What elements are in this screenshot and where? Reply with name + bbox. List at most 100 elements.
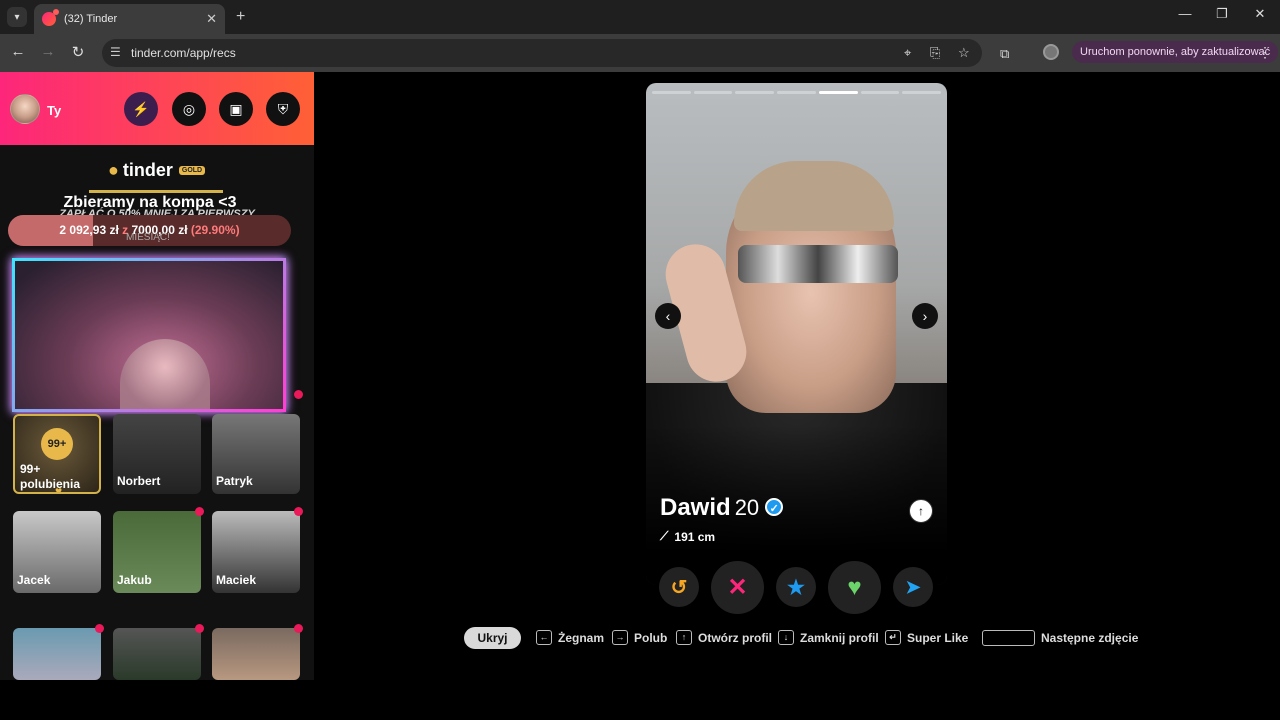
match-tile[interactable]: Jacek [13, 511, 101, 593]
safety-shield-icon[interactable]: ⛨ [266, 92, 300, 126]
shortcut-super-like: ↵ Super Like [885, 630, 968, 645]
match-tile[interactable]: Patryk [212, 414, 300, 494]
avatar[interactable] [10, 94, 40, 124]
goal-percent: (29.90%) [190, 223, 240, 237]
keyboard-shortcuts-bar: Ukryj ← Żegnam → Polub ↑ Otwórz profil ↓… [0, 626, 1280, 650]
goal-underline [89, 190, 223, 193]
enter-key-icon: ↵ [885, 630, 901, 645]
tinder-favicon-icon [42, 9, 59, 26]
match-name: Jakub [117, 573, 152, 587]
new-match-dot [294, 390, 303, 399]
browser-menu-icon[interactable]: ⋮ [1258, 44, 1272, 61]
url-field[interactable]: ☰ tinder.com/app/recs ⌖ ⎘ ☆ [102, 39, 982, 67]
shortcut-close-profile-label: Zamknij profil [800, 630, 879, 645]
hide-shortcuts-button[interactable]: Ukryj [464, 627, 521, 649]
webcam-overlay [12, 258, 286, 412]
shortcut-next-photo: Następne zdjęcie [982, 630, 1138, 646]
back-arrow-icon[interactable]: ← [8, 43, 28, 60]
browser-profile-avatar[interactable] [1043, 44, 1059, 60]
url-text: tinder.com/app/recs [131, 46, 236, 60]
down-arrow-key-icon: ↓ [778, 630, 794, 645]
forward-arrow-icon[interactable]: → [38, 43, 58, 60]
tinder-gold-logo: ● tinder GOLD [108, 160, 206, 181]
bookmark-star-icon[interactable]: ☆ [958, 45, 970, 61]
boost-icon[interactable]: ⚡ [124, 92, 158, 126]
ruler-icon: ⟋ [660, 529, 669, 543]
briefcase-icon[interactable]: ▣ [219, 92, 253, 126]
tab-close-icon[interactable]: ✕ [206, 11, 217, 27]
left-arrow-key-icon: ← [536, 630, 552, 645]
new-tab-button[interactable]: + [236, 8, 245, 26]
shortcut-close-profile: ↓ Zamknij profil [778, 630, 879, 645]
nope-icon[interactable]: ✕ [711, 561, 764, 614]
photo-progress-bar [652, 91, 942, 95]
browser-tab[interactable]: (32) Tinder ✕ [34, 4, 225, 34]
goal-current: 2 092,93 zł [59, 223, 119, 237]
gold-heart-icon: ♥ [55, 484, 63, 494]
photo-progress-segment[interactable] [902, 91, 942, 94]
likes-count-badge: 99+ [41, 428, 73, 460]
shortcut-next-photo-label: Następne zdjęcie [1041, 631, 1139, 645]
match-name: Patryk [216, 474, 253, 488]
update-restart-button[interactable]: Uruchom ponownie, aby zaktualizować [1072, 41, 1279, 63]
like-heart-icon[interactable]: ♥ [828, 561, 881, 614]
profile-card[interactable]: ‹ › Dawid 20 ✓ ⟋ 191 cm ↑ [646, 83, 947, 585]
gold-badge: GOLD [178, 166, 206, 175]
likes-tile[interactable]: 99+ 99+ polubienia ♥ [13, 414, 101, 494]
minimize-icon[interactable]: — [1175, 6, 1195, 21]
match-tile[interactable]: Norbert [113, 414, 201, 494]
profile-name: Dawid [660, 494, 731, 521]
photo-progress-segment[interactable] [693, 91, 733, 94]
match-name: Norbert [117, 474, 161, 488]
goal-monthly-text: MIESIĄC! [126, 232, 170, 243]
match-name: Maciek [216, 573, 257, 587]
restore-icon[interactable]: ❐ [1212, 6, 1232, 22]
new-match-dot [195, 507, 204, 516]
profile-name-row: Dawid 20 ✓ [660, 494, 784, 522]
browser-tab-bar: ▾ (32) Tinder ✕ + — ❐ ✕ [0, 0, 1280, 34]
photo-progress-segment[interactable] [860, 91, 900, 94]
photo-progress-segment[interactable] [735, 91, 775, 94]
shortcut-open-profile: ↑ Otwórz profil [676, 630, 772, 645]
photo-progress-segment[interactable] [818, 91, 858, 94]
rewind-icon[interactable]: ↺ [659, 567, 699, 607]
shortcut-like: → Polub [612, 630, 667, 645]
open-profile-arrow-icon[interactable]: ↑ [909, 499, 933, 523]
location-pin-icon[interactable]: ⌖ [904, 45, 911, 61]
shortcut-nope-label: Żegnam [558, 630, 605, 645]
user-label[interactable]: Ty [47, 103, 61, 118]
photo-progress-segment[interactable] [777, 91, 816, 94]
profile-height: 191 cm [674, 529, 716, 544]
flame-icon: ● [108, 160, 119, 180]
profile-age: 20 [734, 495, 760, 520]
install-app-icon[interactable]: ⎘ [930, 45, 940, 61]
previous-photo-icon[interactable]: ‹ [655, 303, 681, 329]
explore-compass-icon[interactable]: ◎ [172, 92, 206, 126]
new-match-dot [294, 507, 303, 516]
site-info-icon[interactable]: ☰ [110, 45, 121, 59]
card-photo-cap [734, 161, 894, 231]
right-arrow-key-icon: → [612, 630, 628, 645]
space-key-icon [982, 630, 1035, 646]
chevron-down-icon: ▾ [14, 11, 20, 23]
shortcut-open-profile-label: Otwórz profil [698, 630, 772, 645]
verified-check-icon: ✓ [765, 498, 784, 516]
super-like-star-icon[interactable]: ★ [776, 567, 816, 607]
webcam-person [120, 339, 210, 409]
extensions-icon[interactable]: ⧉ [1000, 46, 1009, 62]
tab-title: (32) Tinder [64, 13, 118, 25]
window-close-icon[interactable]: ✕ [1250, 6, 1270, 22]
up-arrow-key-icon: ↑ [676, 630, 692, 645]
shortcut-nope: ← Żegnam [536, 630, 604, 645]
shortcut-super-like-label: Super Like [907, 630, 969, 645]
match-name: Jacek [17, 573, 51, 587]
profile-height-row: ⟋ 191 cm [660, 529, 715, 544]
boost-send-icon[interactable]: ➤ [893, 567, 933, 607]
next-photo-icon[interactable]: › [912, 303, 938, 329]
tab-list-button[interactable]: ▾ [7, 7, 27, 27]
photo-progress-segment[interactable] [652, 91, 691, 94]
card-photo-glasses [738, 245, 898, 283]
match-tile[interactable]: Maciek [212, 511, 300, 593]
match-tile[interactable]: Jakub [113, 511, 201, 593]
reload-icon[interactable]: ↻ [68, 43, 88, 61]
